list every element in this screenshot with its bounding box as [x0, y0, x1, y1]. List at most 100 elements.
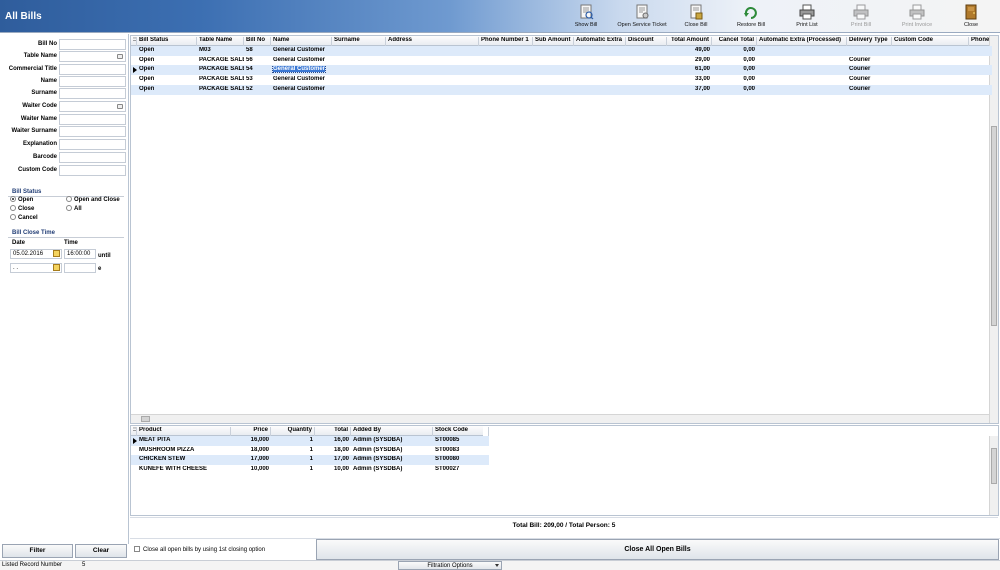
table-cell[interactable] [626, 47, 667, 56]
table-cell[interactable] [533, 47, 574, 56]
column-header[interactable]: Stock Code [433, 427, 489, 436]
radio-close[interactable]: Close [10, 205, 34, 212]
print-list-button[interactable]: Print List [787, 2, 827, 32]
print-bill-button[interactable]: Print Bill [843, 2, 879, 32]
table-cell[interactable]: PACKAGE SALE [197, 66, 244, 75]
column-header[interactable]: Cancel Total [712, 37, 757, 46]
table-cell[interactable] [626, 76, 667, 85]
table-row[interactable]: Open M03 58 General Customer 49,00 0,00 [131, 46, 992, 56]
table-cell[interactable]: 0,00 [712, 76, 757, 85]
table-cell[interactable] [479, 86, 533, 95]
table-cell[interactable] [757, 47, 847, 56]
table-cell[interactable]: General Customer [271, 76, 332, 85]
table-cell[interactable]: Open [137, 47, 197, 56]
table-cell[interactable] [386, 76, 479, 85]
column-header[interactable]: Total [315, 427, 351, 436]
table-cell[interactable] [386, 86, 479, 95]
table-cell[interactable]: 16,00 [315, 437, 351, 446]
table-cell[interactable]: 1 [271, 437, 315, 446]
table-cell[interactable]: 1 [271, 466, 315, 475]
table-cell[interactable]: 16,000 [231, 437, 271, 446]
clear-button[interactable]: Clear [75, 544, 127, 558]
table-cell[interactable] [479, 76, 533, 85]
table-cell[interactable] [533, 86, 574, 95]
table-cell[interactable] [757, 76, 847, 85]
table-cell[interactable]: 49,00 [667, 47, 712, 56]
table-cell[interactable]: 18,000 [231, 447, 271, 456]
table-cell[interactable] [332, 66, 386, 75]
table-cell[interactable] [626, 66, 667, 75]
table-cell[interactable]: 18,00 [315, 447, 351, 456]
table-row[interactable]: Open PACKAGE SALE 52 General Customer 37,00 0… [131, 84, 992, 95]
waiter-code-input[interactable] [59, 101, 126, 112]
table-cell[interactable] [969, 66, 992, 75]
to-time-input[interactable] [64, 263, 96, 273]
table-cell[interactable] [332, 47, 386, 56]
table-cell[interactable]: 0,00 [712, 47, 757, 56]
column-header[interactable]: Bill Status [137, 37, 197, 46]
table-cell[interactable]: 56 [244, 57, 271, 66]
column-header[interactable]: Surname [332, 37, 386, 46]
selected-cell-text[interactable]: General Customer [271, 66, 327, 74]
table-cell[interactable]: ST00080 [433, 456, 489, 465]
table-cell[interactable]: 10,000 [231, 466, 271, 475]
scrollbar-thumb[interactable] [991, 448, 997, 484]
table-cell[interactable] [892, 66, 969, 75]
table-cell[interactable] [533, 66, 574, 75]
filter-button[interactable]: Filter [2, 544, 73, 558]
column-header[interactable]: Table Name [197, 37, 244, 46]
table-row[interactable]: Open PACKAGE SALE 56 General Customer 29,00 0… [131, 56, 992, 66]
table-cell[interactable]: 17,000 [231, 456, 271, 465]
dropdown-icon[interactable] [117, 54, 123, 59]
table-cell[interactable]: PACKAGE SALE [197, 57, 244, 66]
table-cell[interactable] [969, 76, 992, 85]
table-cell[interactable] [892, 57, 969, 66]
table-cell[interactable]: 52 [244, 86, 271, 95]
table-cell[interactable]: 54 [244, 66, 271, 75]
table-row[interactable]: CHICKEN STEW 17,000 1 17,00 Admin (SYSDBA) ST… [131, 455, 489, 466]
column-header[interactable]: Sub Amount [533, 37, 574, 46]
from-time-input[interactable]: 16:00:00 [64, 249, 96, 259]
table-cell[interactable]: Admin (SYSDBA) [351, 456, 433, 465]
table-cell[interactable]: 0,00 [712, 66, 757, 75]
table-cell[interactable]: 58 [244, 47, 271, 56]
table-cell[interactable]: 53 [244, 76, 271, 85]
table-cell[interactable]: MEAT PITA [137, 437, 231, 446]
column-header[interactable]: Bill No [244, 37, 271, 46]
close-bill-button[interactable]: Close Bill [678, 2, 714, 32]
table-cell[interactable] [969, 57, 992, 66]
table-cell[interactable]: 1 [271, 447, 315, 456]
horizontal-scrollbar[interactable] [131, 414, 989, 423]
table-cell[interactable] [757, 86, 847, 95]
table-cell[interactable]: Courier [847, 76, 892, 85]
table-cell[interactable] [892, 76, 969, 85]
table-cell[interactable]: 17,00 [315, 456, 351, 465]
column-header[interactable]: Automatic Extra [574, 37, 626, 46]
column-header[interactable]: Name [271, 37, 332, 46]
table-cell[interactable]: M03 [197, 47, 244, 56]
table-cell[interactable] [479, 66, 533, 75]
table-cell[interactable]: General Customer [271, 57, 332, 66]
table-cell[interactable] [533, 57, 574, 66]
table-row[interactable]: Open PACKAGE SALE 53 General Customer 33,00 0… [131, 75, 992, 85]
table-cell[interactable]: ST00027 [433, 466, 489, 475]
table-row[interactable]: MUSHROOM PİZZA 18,000 1 18,00 Admin (SYSDBA)… [131, 446, 489, 456]
table-cell[interactable]: Courier [847, 86, 892, 95]
table-cell[interactable]: Admin (SYSDBA) [351, 466, 433, 475]
table-cell[interactable]: 61,00 [667, 66, 712, 75]
column-header[interactable]: Discount [626, 37, 667, 46]
print-invoice-button[interactable]: Print Invoice [895, 2, 939, 32]
calendar-icon[interactable] [53, 250, 60, 257]
table-cell[interactable]: 29,00 [667, 57, 712, 66]
table-cell[interactable] [479, 57, 533, 66]
table-cell[interactable]: Open [137, 86, 197, 95]
table-cell[interactable] [757, 66, 847, 75]
column-header[interactable]: Custom Code [892, 37, 969, 46]
products-grid[interactable]: :: Product Price Quantity Total Added By Stock… [130, 425, 999, 516]
restore-bill-button[interactable]: Restore Bill [731, 2, 771, 32]
table-cell[interactable]: 0,00 [712, 86, 757, 95]
table-cell[interactable]: ST00083 [433, 447, 489, 456]
table-cell[interactable]: 10,00 [315, 466, 351, 475]
table-cell[interactable]: KÜNEFE WITH CHEESE [137, 466, 231, 475]
table-cell[interactable]: General Customer [271, 47, 332, 56]
